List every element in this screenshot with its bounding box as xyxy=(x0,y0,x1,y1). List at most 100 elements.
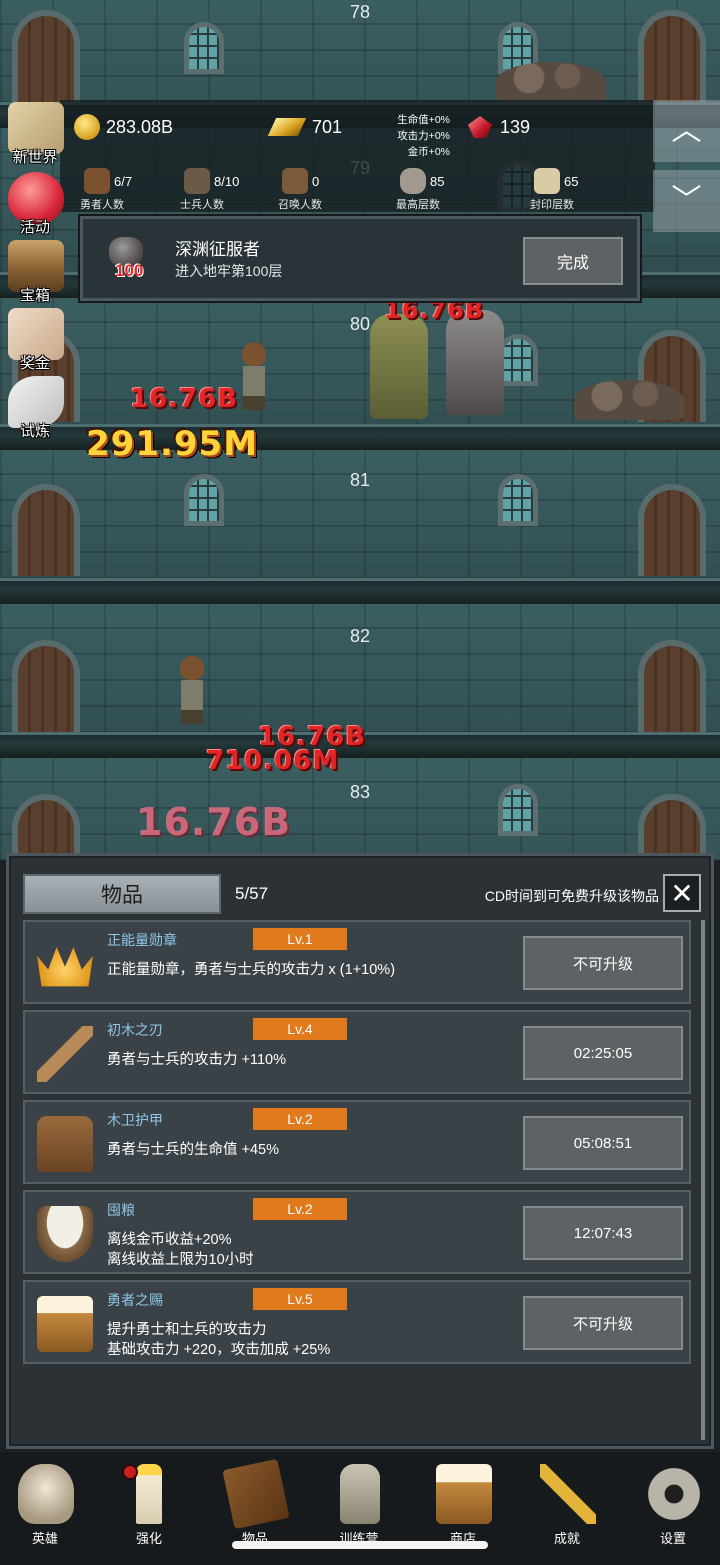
gold-bar-icon xyxy=(267,118,307,136)
stat-highest-floor: 85 最高层数 xyxy=(378,164,468,212)
upgrade-timer-button[interactable]: 02:25:05 xyxy=(523,1026,683,1080)
achievement-popup: 100 深渊征服者 进入地牢第100层 完成 xyxy=(80,216,640,301)
achievement-title: 深渊征服者 xyxy=(175,240,260,259)
damage-number: 16.76B xyxy=(130,384,239,414)
stat-soldier-count: 8/10 士兵人数 xyxy=(162,164,252,212)
damage-number: 16.76B xyxy=(136,800,292,844)
notification-dot xyxy=(122,1464,138,1480)
armor-icon xyxy=(37,1116,93,1172)
floor-number: 82 xyxy=(349,626,371,646)
rice-bowl-icon xyxy=(37,1206,93,1262)
dungeon-window xyxy=(184,22,224,74)
hero-icon xyxy=(84,168,110,194)
dungeon-window xyxy=(498,474,538,526)
damage-number: 710.06M xyxy=(206,746,340,776)
dungeon-door xyxy=(638,484,706,576)
nav-enhance[interactable]: 强化 xyxy=(104,1460,194,1550)
hero-character xyxy=(174,656,204,724)
gold-counter: 701 xyxy=(267,110,342,144)
wooden-sword-icon xyxy=(37,1026,93,1082)
side-menu-events[interactable]: 活动 xyxy=(2,172,68,238)
nav-heroes[interactable]: 英雄 xyxy=(0,1460,90,1550)
floor-number: 83 xyxy=(349,782,371,802)
key-icon xyxy=(540,1464,596,1524)
side-menu-new-world[interactable]: 新世界 xyxy=(2,102,68,168)
coin-icon xyxy=(74,114,100,140)
nav-shop[interactable]: 商店 xyxy=(418,1460,508,1550)
ruby-counter: 139 xyxy=(468,110,530,144)
level-badge: Lv.2 xyxy=(253,1198,347,1220)
candle-icon xyxy=(136,1464,162,1524)
scroll-up-button[interactable]: ︿ xyxy=(653,100,720,162)
achievement-complete-button[interactable]: 完成 xyxy=(523,237,623,285)
close-button[interactable]: ✕ xyxy=(663,874,701,912)
bonus-summary: 生命值+0% 攻击力+0% 金币+0% xyxy=(397,114,450,158)
items-panel: 物品 5/57 CD时间到可免费升级该物品 ✕ 正能量勋章 Lv.1 正能量勋章… xyxy=(6,853,714,1449)
soldier-icon xyxy=(184,168,210,194)
dungeon-door xyxy=(12,10,80,102)
beer-mug-icon xyxy=(37,1296,93,1352)
cd-hint: CD时间到可免费升级该物品 xyxy=(484,888,659,904)
rock-icon xyxy=(400,168,426,194)
floor-number: 78 xyxy=(349,2,371,22)
nav-achievements[interactable]: 成就 xyxy=(522,1460,612,1550)
nav-settings[interactable]: 设置 xyxy=(628,1460,718,1550)
upgrade-button[interactable]: 不可升级 xyxy=(523,1296,683,1350)
crown-icon xyxy=(37,947,93,987)
monster-remains xyxy=(574,380,684,420)
level-badge: Lv.4 xyxy=(253,1018,347,1040)
hero-character xyxy=(236,342,266,410)
item-row: 勇者之赐 Lv.5 提升勇士和士兵的攻击力 基础攻击力 +220，攻击加成 +2… xyxy=(23,1280,691,1364)
achievement-badge: 100 xyxy=(105,237,153,285)
coin-counter: 283.08B xyxy=(74,110,173,144)
dungeon-window xyxy=(498,784,538,836)
item-row: 木卫护甲 Lv.2 勇者与士兵的生命值 +45% 05:08:51 xyxy=(23,1100,691,1184)
scroll-icon xyxy=(534,168,560,194)
upgrade-timer-button[interactable]: 05:08:51 xyxy=(523,1116,683,1170)
level-badge: Lv.1 xyxy=(253,928,347,950)
damage-number: 291.95M xyxy=(86,424,259,464)
monster-remains xyxy=(496,62,606,102)
level-badge: Lv.5 xyxy=(253,1288,347,1310)
item-row: 初木之刃 Lv.4 勇者与士兵的攻击力 +110% 02:25:05 xyxy=(23,1010,691,1094)
tab-items[interactable]: 物品 xyxy=(23,874,221,914)
dungeon-door xyxy=(638,794,706,860)
upgrade-timer-button[interactable]: 12:07:43 xyxy=(523,1206,683,1260)
stat-summon-count: 0 召唤人数 xyxy=(260,164,350,212)
side-menu-bonus[interactable]: 奖金 xyxy=(2,308,68,374)
home-indicator[interactable] xyxy=(232,1541,488,1549)
scrollbar[interactable] xyxy=(701,920,705,1440)
dungeon-door xyxy=(12,640,80,732)
scroll-down-button[interactable]: ﹀ xyxy=(653,170,720,232)
item-row: 正能量勋章 Lv.1 正能量勋章，勇者与士兵的攻击力 x (1+10%) 不可升… xyxy=(23,920,691,1004)
ruby-icon xyxy=(468,116,492,138)
skull-icon xyxy=(18,1464,74,1524)
dungeon-window xyxy=(184,474,224,526)
achievement-description: 进入地牢第100层 xyxy=(175,263,283,279)
summon-icon xyxy=(282,168,308,194)
lantern-icon xyxy=(340,1464,380,1524)
floor-ledge xyxy=(0,578,720,604)
gear-icon xyxy=(646,1464,702,1524)
item-row: 囤粮 Lv.2 离线金币收益+20% 离线收益上限为10小时 12:07:43 xyxy=(23,1190,691,1274)
close-icon: ✕ xyxy=(670,877,694,909)
chevron-up-icon: ︿ xyxy=(671,114,702,147)
nav-items[interactable]: 物品 xyxy=(210,1458,300,1550)
floor-band xyxy=(0,758,720,860)
nav-training-camp[interactable]: 训练营 xyxy=(314,1460,404,1550)
level-badge: Lv.2 xyxy=(253,1108,347,1130)
side-menu-chest[interactable]: 宝箱 xyxy=(2,240,68,306)
upgrade-button[interactable]: 不可升级 xyxy=(523,936,683,990)
chevron-down-icon: ﹀ xyxy=(671,184,702,217)
dungeon-door xyxy=(638,640,706,732)
stat-hero-count: 6/7 勇者人数 xyxy=(62,164,152,212)
items-count: 5/57 xyxy=(235,884,269,903)
knight-enemy xyxy=(446,310,504,415)
floor-number: 81 xyxy=(349,470,371,490)
dungeon-door xyxy=(638,10,706,102)
book-icon xyxy=(222,1458,290,1530)
side-menu-trial[interactable]: 试炼 xyxy=(2,376,68,442)
knight-enemy xyxy=(370,314,428,419)
dungeon-door xyxy=(12,484,80,576)
dungeon-door xyxy=(12,794,80,860)
